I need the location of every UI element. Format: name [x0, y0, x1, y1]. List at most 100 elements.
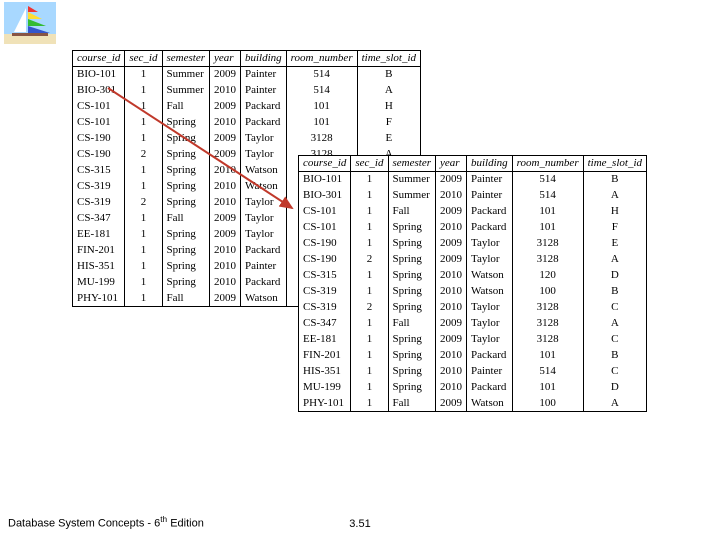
table-cell: 1: [125, 83, 162, 99]
table-row: CS-1902Spring2009Taylor3128A: [299, 252, 647, 268]
table-cell: Summer: [388, 188, 436, 204]
section-table-right: course_idsec_idsemesteryearbuildingroom_…: [298, 155, 647, 412]
table-cell: 1: [351, 188, 388, 204]
table-cell: Watson: [467, 396, 513, 412]
table-cell: 1: [351, 364, 388, 380]
table-cell: Fall: [162, 99, 210, 115]
table-cell: CS-319: [73, 195, 125, 211]
table-cell: Packard: [241, 275, 287, 291]
table-cell: Packard: [467, 380, 513, 396]
table-cell: 2009: [210, 227, 241, 243]
table-row: MU-1991Spring2010Packard101D: [299, 380, 647, 396]
table-cell: Packard: [241, 99, 287, 115]
table-cell: 2: [125, 195, 162, 211]
table-cell: Spring: [388, 284, 436, 300]
table-cell: Packard: [241, 115, 287, 131]
table-cell: CS-315: [73, 163, 125, 179]
table-cell: 514: [286, 83, 357, 99]
table-cell: CS-101: [299, 204, 351, 220]
col-header: sec_id: [125, 51, 162, 67]
table-cell: 1: [125, 131, 162, 147]
table-cell: Fall: [388, 396, 436, 412]
table-cell: CS-190: [73, 147, 125, 163]
table-cell: B: [583, 172, 646, 188]
table-cell: 2010: [210, 259, 241, 275]
table-cell: EE-181: [299, 332, 351, 348]
table-cell: 1: [351, 268, 388, 284]
table-cell: 1: [351, 172, 388, 188]
table-row: BIO-1011Summer2009Painter514B: [299, 172, 647, 188]
table-cell: 1: [351, 220, 388, 236]
table-cell: F: [357, 115, 420, 131]
table-row: BIO-3011Summer2010Painter514A: [73, 83, 421, 99]
table-cell: Taylor: [241, 131, 287, 147]
col-header: sec_id: [351, 156, 388, 172]
table-cell: Watson: [467, 284, 513, 300]
table-cell: 2010: [436, 188, 467, 204]
col-header: room_number: [512, 156, 583, 172]
table-cell: CS-101: [73, 99, 125, 115]
table-cell: 2009: [436, 396, 467, 412]
table-cell: 3128: [512, 236, 583, 252]
table-cell: Spring: [162, 275, 210, 291]
table-cell: 100: [512, 396, 583, 412]
table-cell: B: [357, 67, 420, 83]
table-cell: 101: [512, 380, 583, 396]
table-cell: D: [583, 380, 646, 396]
table-cell: CS-347: [299, 316, 351, 332]
table-cell: FIN-201: [73, 243, 125, 259]
table-cell: 120: [512, 268, 583, 284]
table-cell: 2010: [436, 284, 467, 300]
table-cell: Spring: [162, 163, 210, 179]
table-cell: MU-199: [73, 275, 125, 291]
table-cell: 2009: [210, 211, 241, 227]
slide-number-text: 3.51: [349, 518, 370, 530]
table-cell: 2: [351, 252, 388, 268]
table-cell: 1: [125, 67, 162, 83]
table-cell: 1: [125, 99, 162, 115]
table-cell: A: [583, 316, 646, 332]
table-cell: Spring: [388, 380, 436, 396]
table-cell: Painter: [241, 259, 287, 275]
table-cell: 1: [351, 204, 388, 220]
col-header: semester: [162, 51, 210, 67]
table-cell: 2010: [436, 220, 467, 236]
table-header-row: course_idsec_idsemesteryearbuildingroom_…: [299, 156, 647, 172]
table-cell: 2010: [210, 83, 241, 99]
table-row: CS-1011Spring2010Packard101F: [299, 220, 647, 236]
table-cell: Painter: [241, 67, 287, 83]
table-row: PHY-1011Fall2009Watson100A: [299, 396, 647, 412]
table-cell: 1: [351, 284, 388, 300]
col-header: year: [436, 156, 467, 172]
table-cell: Spring: [162, 195, 210, 211]
table-cell: Taylor: [467, 332, 513, 348]
table-cell: Spring: [388, 364, 436, 380]
table-cell: 2010: [210, 179, 241, 195]
table-cell: 2009: [436, 172, 467, 188]
table-cell: 2010: [210, 195, 241, 211]
col-header: course_id: [73, 51, 125, 67]
table-cell: CS-315: [299, 268, 351, 284]
table-cell: B: [583, 348, 646, 364]
table-cell: Fall: [162, 291, 210, 307]
table-cell: Summer: [162, 83, 210, 99]
table-cell: Watson: [241, 179, 287, 195]
table-cell: 2009: [436, 332, 467, 348]
col-header: year: [210, 51, 241, 67]
table-cell: 2009: [210, 147, 241, 163]
table-cell: 2010: [210, 163, 241, 179]
table-cell: Spring: [162, 179, 210, 195]
table-cell: Spring: [162, 259, 210, 275]
table-cell: 514: [512, 364, 583, 380]
table-cell: Spring: [162, 131, 210, 147]
table-cell: MU-199: [299, 380, 351, 396]
table-cell: CS-190: [299, 236, 351, 252]
table-cell: 1: [125, 259, 162, 275]
table-cell: Painter: [241, 83, 287, 99]
table-cell: 101: [512, 220, 583, 236]
table-cell: Packard: [467, 204, 513, 220]
table-cell: CS-347: [73, 211, 125, 227]
col-header: building: [467, 156, 513, 172]
table-cell: 1: [351, 332, 388, 348]
table-cell: 1: [351, 316, 388, 332]
